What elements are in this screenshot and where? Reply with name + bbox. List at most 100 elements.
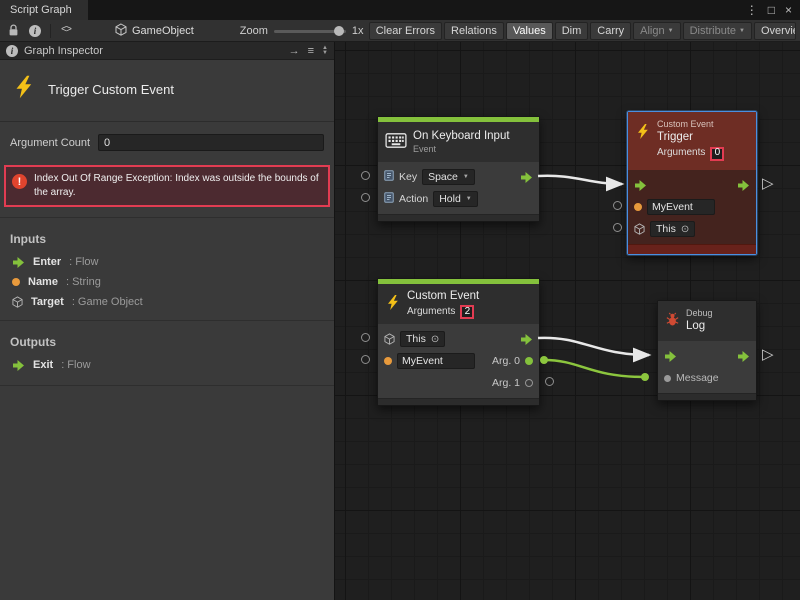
object-picker-icon: ⊙	[681, 224, 689, 235]
flow-input-port[interactable]	[664, 351, 677, 362]
arg0-wire-dot[interactable]	[540, 356, 548, 364]
dim-button[interactable]: Dim	[555, 22, 589, 40]
node-body: This ⊙ Arg. 0 Arg. 1	[378, 324, 539, 398]
inspector-title: Trigger Custom Event	[48, 82, 174, 97]
node-header: Debug Log	[658, 301, 756, 341]
values-button[interactable]: Values	[506, 22, 553, 40]
customevent-target-outer-port[interactable]	[361, 333, 370, 342]
flow-output-port[interactable]	[520, 172, 533, 183]
arguments-label: Arguments	[407, 306, 455, 319]
cube-icon	[12, 296, 23, 308]
node-on-keyboard-input[interactable]: On Keyboard Input Event Key Space ▼	[377, 116, 540, 222]
arguments-label: Arguments	[657, 147, 705, 160]
lock-icon[interactable]	[4, 22, 22, 40]
key-dropdown[interactable]: Space ▼	[422, 169, 475, 185]
kebab-menu-icon[interactable]: ⋮	[746, 3, 758, 17]
flow-row	[628, 174, 756, 196]
node-custom-event[interactable]: Custom Event Arguments 2 This ⊙	[377, 278, 540, 406]
object-picker-icon: ⊙	[431, 334, 439, 345]
tab-script-graph[interactable]: Script Graph	[0, 0, 88, 20]
align-button[interactable]: Align▼	[633, 22, 680, 40]
down-arrow-icon: ▼	[322, 51, 328, 56]
zoom-label: Zoom	[240, 25, 268, 37]
arguments-line: Arguments 0	[657, 147, 724, 161]
wire-keyboard-to-trigger[interactable]	[538, 176, 622, 184]
node-footer	[378, 214, 539, 221]
input-port-row-enter: Enter : Flow	[0, 252, 334, 272]
dock-icon[interactable]: →	[289, 45, 300, 57]
distribute-button[interactable]: Distribute▼	[683, 22, 752, 40]
flow-input-port[interactable]	[634, 180, 647, 191]
customevent-name-outer-port[interactable]	[361, 355, 370, 364]
info-icon: i	[6, 45, 18, 57]
code-view-icon[interactable]: <>	[57, 22, 75, 40]
node-body: This ⊙	[628, 170, 756, 244]
flow-output-port[interactable]	[737, 351, 750, 362]
action-dropdown[interactable]: Hold ▼	[433, 191, 478, 207]
event-name-input[interactable]	[647, 199, 715, 215]
info-icon[interactable]: i	[26, 22, 44, 40]
message-port[interactable]	[664, 375, 671, 382]
carry-button[interactable]: Carry	[590, 22, 631, 40]
debug-continue-icon: ▷	[762, 345, 774, 363]
cube-icon[interactable]	[634, 223, 645, 235]
flow-output-port[interactable]	[520, 334, 533, 345]
string-port-icon[interactable]	[634, 203, 642, 211]
arg1-label: Arg. 1	[492, 377, 520, 389]
arguments-line: Arguments 2	[407, 305, 479, 319]
keyboard-key-outer-port[interactable]	[361, 171, 370, 180]
zoom-slider[interactable]	[274, 24, 346, 38]
action-setting-icon	[384, 192, 394, 206]
clear-errors-button[interactable]: Clear Errors	[369, 22, 442, 40]
message-label: Message	[676, 372, 719, 384]
maximize-icon[interactable]: □	[768, 3, 775, 17]
wire-arg0-to-message[interactable]	[544, 360, 645, 377]
flow-output-port[interactable]	[737, 180, 750, 191]
menu-icon[interactable]: ≡	[308, 45, 314, 57]
inspector-title-row: Trigger Custom Event	[0, 60, 334, 122]
overview-button[interactable]: Overview	[754, 22, 796, 40]
arguments-count-badge: 2	[460, 305, 474, 319]
node-body: Key Space ▼ Action Hold ▼	[378, 162, 539, 214]
toolbar-divider	[50, 24, 51, 38]
lightning-bolt-icon	[635, 123, 651, 143]
arg0-port[interactable]	[525, 357, 533, 365]
port-type: : Flow	[69, 256, 98, 268]
trigger-target-outer-port[interactable]	[613, 223, 622, 232]
key-label: Key	[399, 171, 417, 183]
message-wire-dot[interactable]	[641, 373, 649, 381]
zoom-slider-knob[interactable]	[334, 26, 344, 36]
string-port-icon	[12, 278, 20, 286]
error-icon: !	[12, 174, 27, 189]
collapse-arrows-icon[interactable]: ▲ ▼	[322, 46, 328, 56]
target-dropdown[interactable]: This ⊙	[400, 331, 445, 347]
target-dropdown[interactable]: This ⊙	[650, 221, 695, 237]
node-kind: Debug	[686, 308, 713, 319]
zoom-value: 1x	[352, 25, 364, 37]
relations-button[interactable]: Relations	[444, 22, 504, 40]
inspector-header: i Graph Inspector → ≡ ▲ ▼	[0, 42, 334, 60]
gameobject-chip[interactable]: GameObject	[115, 23, 194, 39]
wire-customevent-to-debug[interactable]	[538, 338, 649, 355]
trigger-name-outer-port[interactable]	[613, 201, 622, 210]
string-port-icon[interactable]	[384, 357, 392, 365]
trigger-continue-icon: ▷	[762, 174, 774, 192]
node-trigger-custom-event[interactable]: Custom Event Trigger Arguments 0	[627, 111, 757, 255]
action-label: Action	[399, 193, 428, 205]
close-icon[interactable]: ×	[785, 3, 792, 17]
cube-icon[interactable]	[384, 333, 395, 345]
gameobject-label: GameObject	[132, 25, 194, 37]
graph-canvas[interactable]: On Keyboard Input Event Key Space ▼	[335, 42, 800, 600]
flow-row	[658, 345, 756, 367]
keyboard-action-outer-port[interactable]	[361, 193, 370, 202]
arg1-outer-port[interactable]	[545, 377, 554, 386]
message-row: Message	[658, 367, 756, 389]
event-name-input[interactable]	[397, 353, 475, 369]
node-body: Message	[658, 341, 756, 393]
flow-arrow-icon	[12, 257, 25, 268]
argument-count-input[interactable]	[98, 134, 324, 151]
node-debug-log[interactable]: Debug Log Message	[657, 300, 757, 401]
event-name-row	[628, 196, 756, 218]
chevron-down-icon: ▼	[466, 196, 472, 202]
arg1-port[interactable]	[525, 379, 533, 387]
